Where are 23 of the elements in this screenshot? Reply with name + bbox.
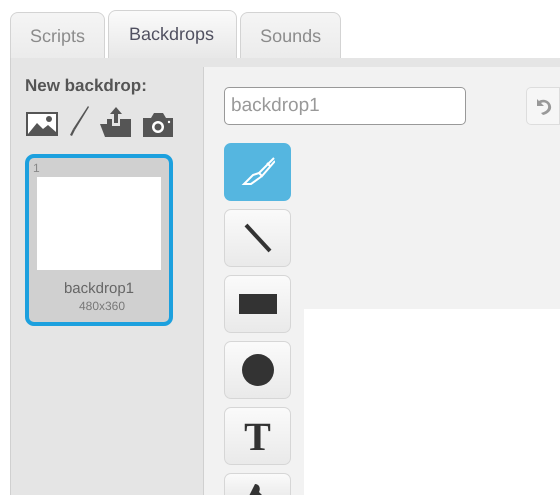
text-tool-button[interactable]: T [224,407,291,465]
circle-icon [242,354,274,386]
paintbrush-icon [240,157,274,187]
name-field[interactable]: backdrop1 [224,87,466,125]
ellipse-tool-button[interactable] [224,341,291,399]
backdrop-size: 480x360 [78,299,126,313]
tab[interactable]: Sounds [240,12,342,58]
fill-tool-button[interactable] [224,473,291,495]
tab[interactable]: Backdrops [108,10,238,58]
line-icon [242,223,272,253]
undo-button[interactable] [526,87,560,125]
upload-icon[interactable] [99,106,133,138]
new-backdrop-label: New backdrop: [25,76,147,96]
camera-icon[interactable] [141,110,175,138]
paintbrush-icon[interactable] [67,104,91,138]
line-tool-button[interactable] [224,209,291,267]
rectangle-tool-button[interactable] [224,275,291,333]
tab[interactable]: Scripts [10,12,106,58]
backdrop-thumbnail[interactable]: 1 backdrop1 480x360 [25,154,173,326]
thumbnail-number: 1 [33,161,40,175]
landscape-picture-icon[interactable] [25,110,59,138]
rectangle-icon [238,294,276,314]
backdrop-name: backdrop1 [64,280,134,297]
